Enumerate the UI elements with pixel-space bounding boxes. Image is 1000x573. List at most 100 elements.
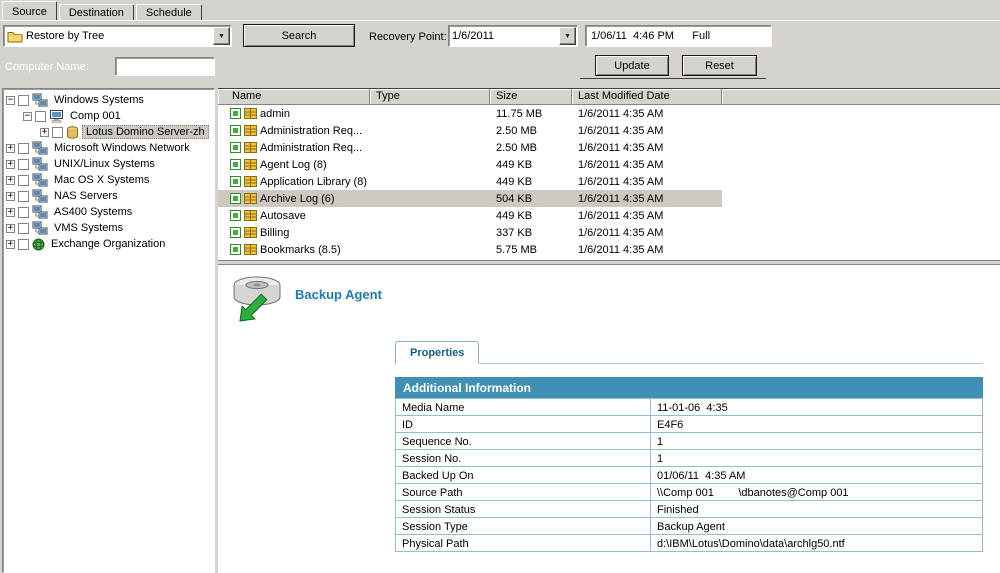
tree-item-label: AS400 Systems (51, 205, 135, 219)
column-header-last-modified-date[interactable]: Last Modified Date (572, 89, 722, 105)
right-panel: NameTypeSizeLast Modified Date admin11.7… (218, 88, 1000, 573)
file-size: 2.50 MB (490, 122, 572, 139)
properties-area: Properties Additional Information Media … (395, 340, 983, 552)
file-row-bookmarks-8-5[interactable]: Bookmarks (8.5)5.75 MB1/6/2011 4:35 AM (218, 241, 1000, 258)
tree-item-windows-systems[interactable]: −Windows Systems (3, 92, 214, 108)
expand-icon[interactable]: + (6, 144, 15, 153)
reset-button[interactable]: Reset (682, 55, 757, 76)
expand-icon[interactable]: + (6, 208, 15, 217)
toolbar-divider (580, 78, 766, 79)
recovery-point-combo[interactable]: 1/6/2011 ▼ (448, 25, 578, 47)
recovery-point-value: 1/6/2011 (449, 30, 558, 42)
tree-item-mac-os-x-systems[interactable]: +Mac OS X Systems (3, 172, 214, 188)
include-checkbox[interactable] (230, 227, 241, 238)
include-checkbox[interactable] (230, 193, 241, 204)
column-header-size[interactable]: Size (490, 89, 572, 105)
include-checkbox[interactable] (230, 159, 241, 170)
expand-icon[interactable]: + (6, 160, 15, 169)
tree-checkbox[interactable] (18, 175, 29, 186)
database-icon (244, 192, 257, 205)
file-name: Application Library (8) (260, 176, 367, 188)
include-checkbox[interactable] (230, 108, 241, 119)
file-type (370, 122, 490, 139)
property-value: 1 (651, 433, 983, 450)
include-checkbox[interactable] (230, 244, 241, 255)
expand-icon[interactable]: + (6, 240, 15, 249)
tree-item-lotus-domino-server-zh[interactable]: + Lotus Domino Server-zh (3, 124, 214, 140)
recovery-detail-field: 1/06/11 4:46 PM Full (585, 25, 772, 47)
tree-item-nas-servers[interactable]: + NAS Servers (3, 188, 214, 204)
file-row-admin[interactable]: admin11.75 MB1/6/2011 4:35 AM (218, 105, 1000, 122)
include-checkbox[interactable] (230, 142, 241, 153)
file-row-administration-req[interactable]: Administration Req...2.50 MB1/6/2011 4:3… (218, 122, 1000, 139)
tree-item-label: Lotus Domino Server-zh (82, 125, 209, 139)
property-row-sequence-no: Sequence No.1 (396, 433, 983, 450)
include-checkbox[interactable] (230, 210, 241, 221)
collapse-icon[interactable]: − (23, 112, 32, 121)
tab-destination[interactable]: Destination (59, 4, 134, 20)
tree-item-vms-systems[interactable]: +VMS Systems (3, 220, 214, 236)
collapse-icon[interactable]: − (6, 96, 15, 105)
file-modified: 1/6/2011 4:35 AM (572, 241, 722, 258)
file-size: 449 KB (490, 173, 572, 190)
tab-properties[interactable]: Properties (395, 341, 479, 364)
tree-checkbox[interactable] (52, 127, 63, 138)
tab-schedule[interactable]: Schedule (136, 4, 202, 20)
update-button[interactable]: Update (595, 55, 669, 76)
search-button[interactable]: Search (243, 24, 355, 47)
properties-content: Additional Information Media Name11-01-0… (395, 363, 983, 552)
file-row-billing[interactable]: Billing337 KB1/6/2011 4:35 AM (218, 224, 1000, 241)
file-row-filler (722, 139, 1000, 156)
include-checkbox[interactable] (230, 176, 241, 187)
column-header-type[interactable]: Type (370, 89, 490, 105)
database-icon (244, 243, 257, 256)
tree-item-exchange-organization[interactable]: + Exchange Organization (3, 236, 214, 252)
property-value: Backup Agent (651, 518, 983, 535)
agent-header: Backup Agent (230, 273, 382, 325)
file-row-administration-req[interactable]: Administration Req...2.50 MB1/6/2011 4:3… (218, 139, 1000, 156)
file-row-agent-log-8[interactable]: Agent Log (8)449 KB1/6/2011 4:35 AM (218, 156, 1000, 173)
tree-checkbox[interactable] (18, 159, 29, 170)
file-modified: 1/6/2011 4:35 AM (572, 190, 722, 207)
property-key: Source Path (396, 484, 651, 501)
file-row-autosave[interactable]: Autosave449 KB1/6/2011 4:35 AM (218, 207, 1000, 224)
computer-name-input[interactable] (115, 57, 215, 76)
tree-item-label: NAS Servers (51, 189, 121, 203)
network-icon (32, 189, 48, 203)
file-row-archive-log-6[interactable]: Archive Log (6)504 KB1/6/2011 4:35 AM (218, 190, 1000, 207)
file-type (370, 173, 490, 190)
expand-icon[interactable]: + (40, 128, 49, 137)
property-key: Sequence No. (396, 433, 651, 450)
column-header-filler (722, 89, 1000, 105)
tree-checkbox[interactable] (18, 143, 29, 154)
file-row-filler (722, 190, 1000, 207)
tree-checkbox[interactable] (18, 223, 29, 234)
tree-checkbox[interactable] (18, 191, 29, 202)
toolbar-secondary: Computer Name: Update Reset (0, 51, 1000, 83)
tree-item-microsoft-windows-network[interactable]: +Microsoft Windows Network (3, 140, 214, 156)
tree-checkbox[interactable] (18, 95, 29, 106)
tree-item-label: Exchange Organization (48, 237, 168, 251)
dropdown-arrow-icon[interactable]: ▼ (213, 27, 230, 45)
file-row-filler (722, 173, 1000, 190)
tree-item-as400-systems[interactable]: + AS400 Systems (3, 204, 214, 220)
property-row-session-no: Session No.1 (396, 450, 983, 467)
tree-checkbox[interactable] (18, 239, 29, 250)
tree-item-unix-linux-systems[interactable]: +UNIX/Linux Systems (3, 156, 214, 172)
tree-checkbox[interactable] (18, 207, 29, 218)
file-size: 449 KB (490, 207, 572, 224)
domino-icon (66, 126, 79, 139)
network-icon (32, 221, 48, 235)
tab-source[interactable]: Source (2, 1, 57, 20)
dropdown-arrow-icon[interactable]: ▼ (559, 27, 576, 45)
column-header-name[interactable]: Name (218, 89, 370, 105)
file-type (370, 224, 490, 241)
restore-mode-combo[interactable]: Restore by Tree ▼ (3, 25, 232, 47)
expand-icon[interactable]: + (6, 192, 15, 201)
include-checkbox[interactable] (230, 125, 241, 136)
expand-icon[interactable]: + (6, 176, 15, 185)
tree-item-comp-001[interactable]: −Comp 001 (3, 108, 214, 124)
tree-checkbox[interactable] (35, 111, 46, 122)
expand-icon[interactable]: + (6, 224, 15, 233)
file-row-application-library-8[interactable]: Application Library (8)449 KB1/6/2011 4:… (218, 173, 1000, 190)
